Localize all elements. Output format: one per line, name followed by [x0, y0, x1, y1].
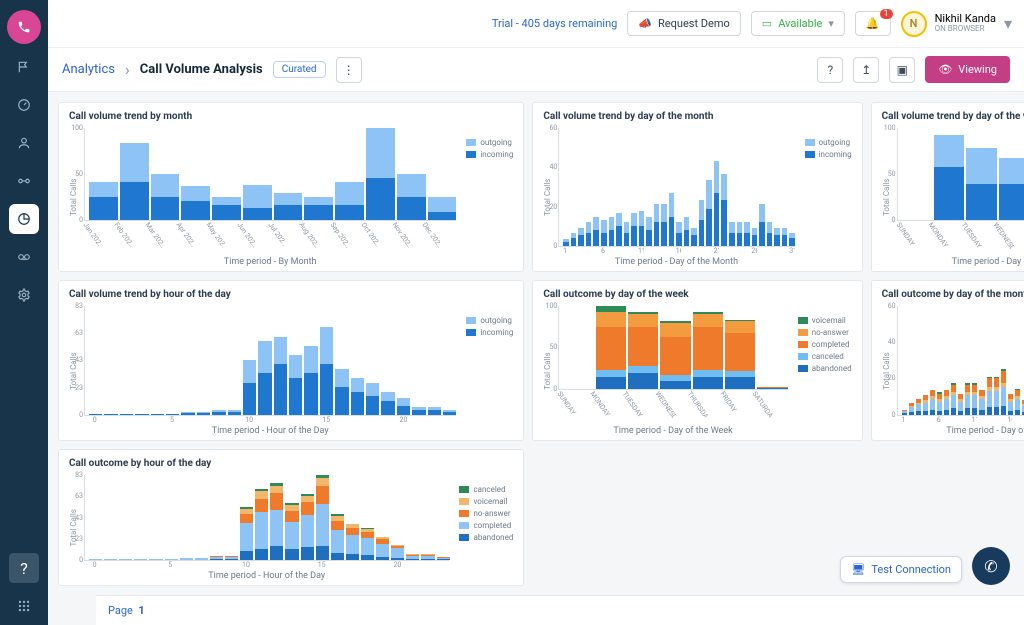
x-axis-label: Time period - Day of the Month — [897, 426, 1024, 436]
breadcrumb-sep: › — [125, 60, 130, 79]
chevron-down-icon: ▾ — [828, 17, 834, 30]
chart-card-month: Call volume trend by monthTotal Calls100… — [58, 102, 524, 272]
chart-legend: outgoingincoming — [462, 306, 513, 436]
page-title: Call Volume Analysis — [140, 62, 263, 77]
chart-plot-area: 100500 — [558, 306, 787, 390]
request-demo-button[interactable]: 📣Request Demo — [627, 11, 740, 36]
breadcrumb-root[interactable]: Analytics — [62, 62, 115, 77]
sidebar-item-contacts[interactable] — [9, 128, 39, 158]
sidebar-item-settings[interactable] — [9, 280, 39, 310]
chart-card-outcome_dow: Call outcome by day of the weekTotal Cal… — [532, 280, 862, 441]
chart-legend: outgoingincoming — [801, 128, 852, 267]
megaphone-icon: 📣 — [638, 17, 652, 30]
chart-legend: voicemailno-answercompletedcanceledaband… — [794, 306, 852, 436]
eye-icon: 👁 — [938, 63, 952, 76]
chart-title: Call volume trend by month — [69, 111, 513, 122]
bell-icon: 🔔 — [866, 17, 880, 30]
page-number: 1 — [138, 604, 144, 617]
avatar: N — [901, 11, 927, 37]
chart-card-outcome_dom: Call outcome by day of the monthTotal Ca… — [871, 280, 1024, 441]
chart-legend: canceledvoicemailno-answercompletedaband… — [455, 475, 513, 582]
top-bar: Trial - 405 days remaining 📣Request Demo… — [48, 0, 1024, 48]
sidebar-item-phone[interactable] — [7, 10, 41, 44]
curated-tag: Curated — [273, 61, 326, 78]
page-label: Page — [108, 604, 133, 617]
chart-title: Call outcome by day of the week — [543, 289, 851, 300]
chart-plot-area: 100500 — [84, 128, 456, 221]
chart-plot-area: 6040200 — [897, 306, 1024, 416]
x-axis-label: Time period - Day of the Month — [558, 257, 794, 267]
chart-plot-area: 6040200 — [558, 128, 794, 247]
dialer-fab[interactable]: ✆ — [972, 547, 1010, 585]
breadcrumb-bar: Analytics › Call Volume Analysis Curated… — [48, 48, 1024, 92]
test-connection-button[interactable]: 🖥Test Connection — [840, 556, 962, 583]
chart-card-dow: Call volume trend by day of the weekTota… — [871, 102, 1024, 272]
chart-title: Call volume trend by day of the month — [543, 111, 851, 122]
chart-plot-area: 836343230 — [84, 306, 456, 416]
help-icon: ? — [827, 63, 833, 77]
schedule-button[interactable]: ▣ — [889, 57, 915, 83]
chart-card-hod: Call volume trend by hour of the dayTota… — [58, 280, 524, 441]
chevron-down-icon: ▾ — [1004, 14, 1012, 33]
schedule-icon: ▣ — [897, 63, 908, 77]
sidebar-item-connections[interactable] — [9, 166, 39, 196]
chart-plot-area: 836343230 — [84, 475, 449, 562]
user-menu[interactable]: N Nikhil KandaON BROWSER ▾ — [901, 11, 1012, 37]
chart-card-outcome_hod: Call outcome by hour of the dayTotal Cal… — [58, 449, 524, 587]
chart-title: Call volume trend by hour of the day — [69, 289, 513, 300]
chart-title: Call volume trend by day of the week — [882, 111, 1024, 122]
sidebar-item-flag[interactable] — [9, 52, 39, 82]
dots-vertical-icon: ⋮ — [343, 63, 355, 77]
trial-link[interactable]: Trial - 405 days remaining — [492, 17, 617, 30]
chart-title: Call outcome by hour of the day — [69, 458, 513, 469]
sidebar: ? — [0, 0, 48, 625]
sidebar-item-apps[interactable] — [9, 591, 39, 621]
chart-title: Call outcome by day of the month — [882, 289, 1024, 300]
sidebar-item-help[interactable]: ? — [9, 553, 39, 583]
availability-dropdown[interactable]: ▭Available▾ — [751, 11, 845, 36]
help-button[interactable]: ? — [817, 57, 843, 83]
connection-icon: 🖥 — [851, 563, 865, 576]
sidebar-item-analytics[interactable] — [9, 204, 39, 234]
upload-icon: ↥ — [861, 63, 871, 77]
chart-plot-area: 100500 — [897, 128, 1024, 221]
sidebar-item-dashboard[interactable] — [9, 90, 39, 120]
notifications-button[interactable]: 🔔1 — [855, 11, 891, 36]
pagination: Page 1 — [96, 595, 1024, 625]
screen-icon: ▭ — [762, 17, 772, 30]
notification-badge: 1 — [880, 9, 893, 19]
user-status: ON BROWSER — [935, 25, 996, 34]
x-axis-label: Time period - Hour of the Day — [84, 426, 456, 436]
export-button[interactable]: ↥ — [853, 57, 879, 83]
dashboard: Call volume trend by monthTotal Calls100… — [48, 92, 1024, 625]
chart-legend: outgoingincoming — [462, 128, 513, 267]
viewing-toggle[interactable]: 👁Viewing — [925, 56, 1010, 83]
chart-card-dom: Call volume trend by day of the monthTot… — [532, 102, 862, 272]
more-menu-button[interactable]: ⋮ — [336, 57, 362, 83]
x-axis-label: Time period - Hour of the Day — [84, 571, 449, 581]
phone-icon: ✆ — [984, 557, 997, 576]
sidebar-item-voicemail[interactable] — [9, 242, 39, 272]
